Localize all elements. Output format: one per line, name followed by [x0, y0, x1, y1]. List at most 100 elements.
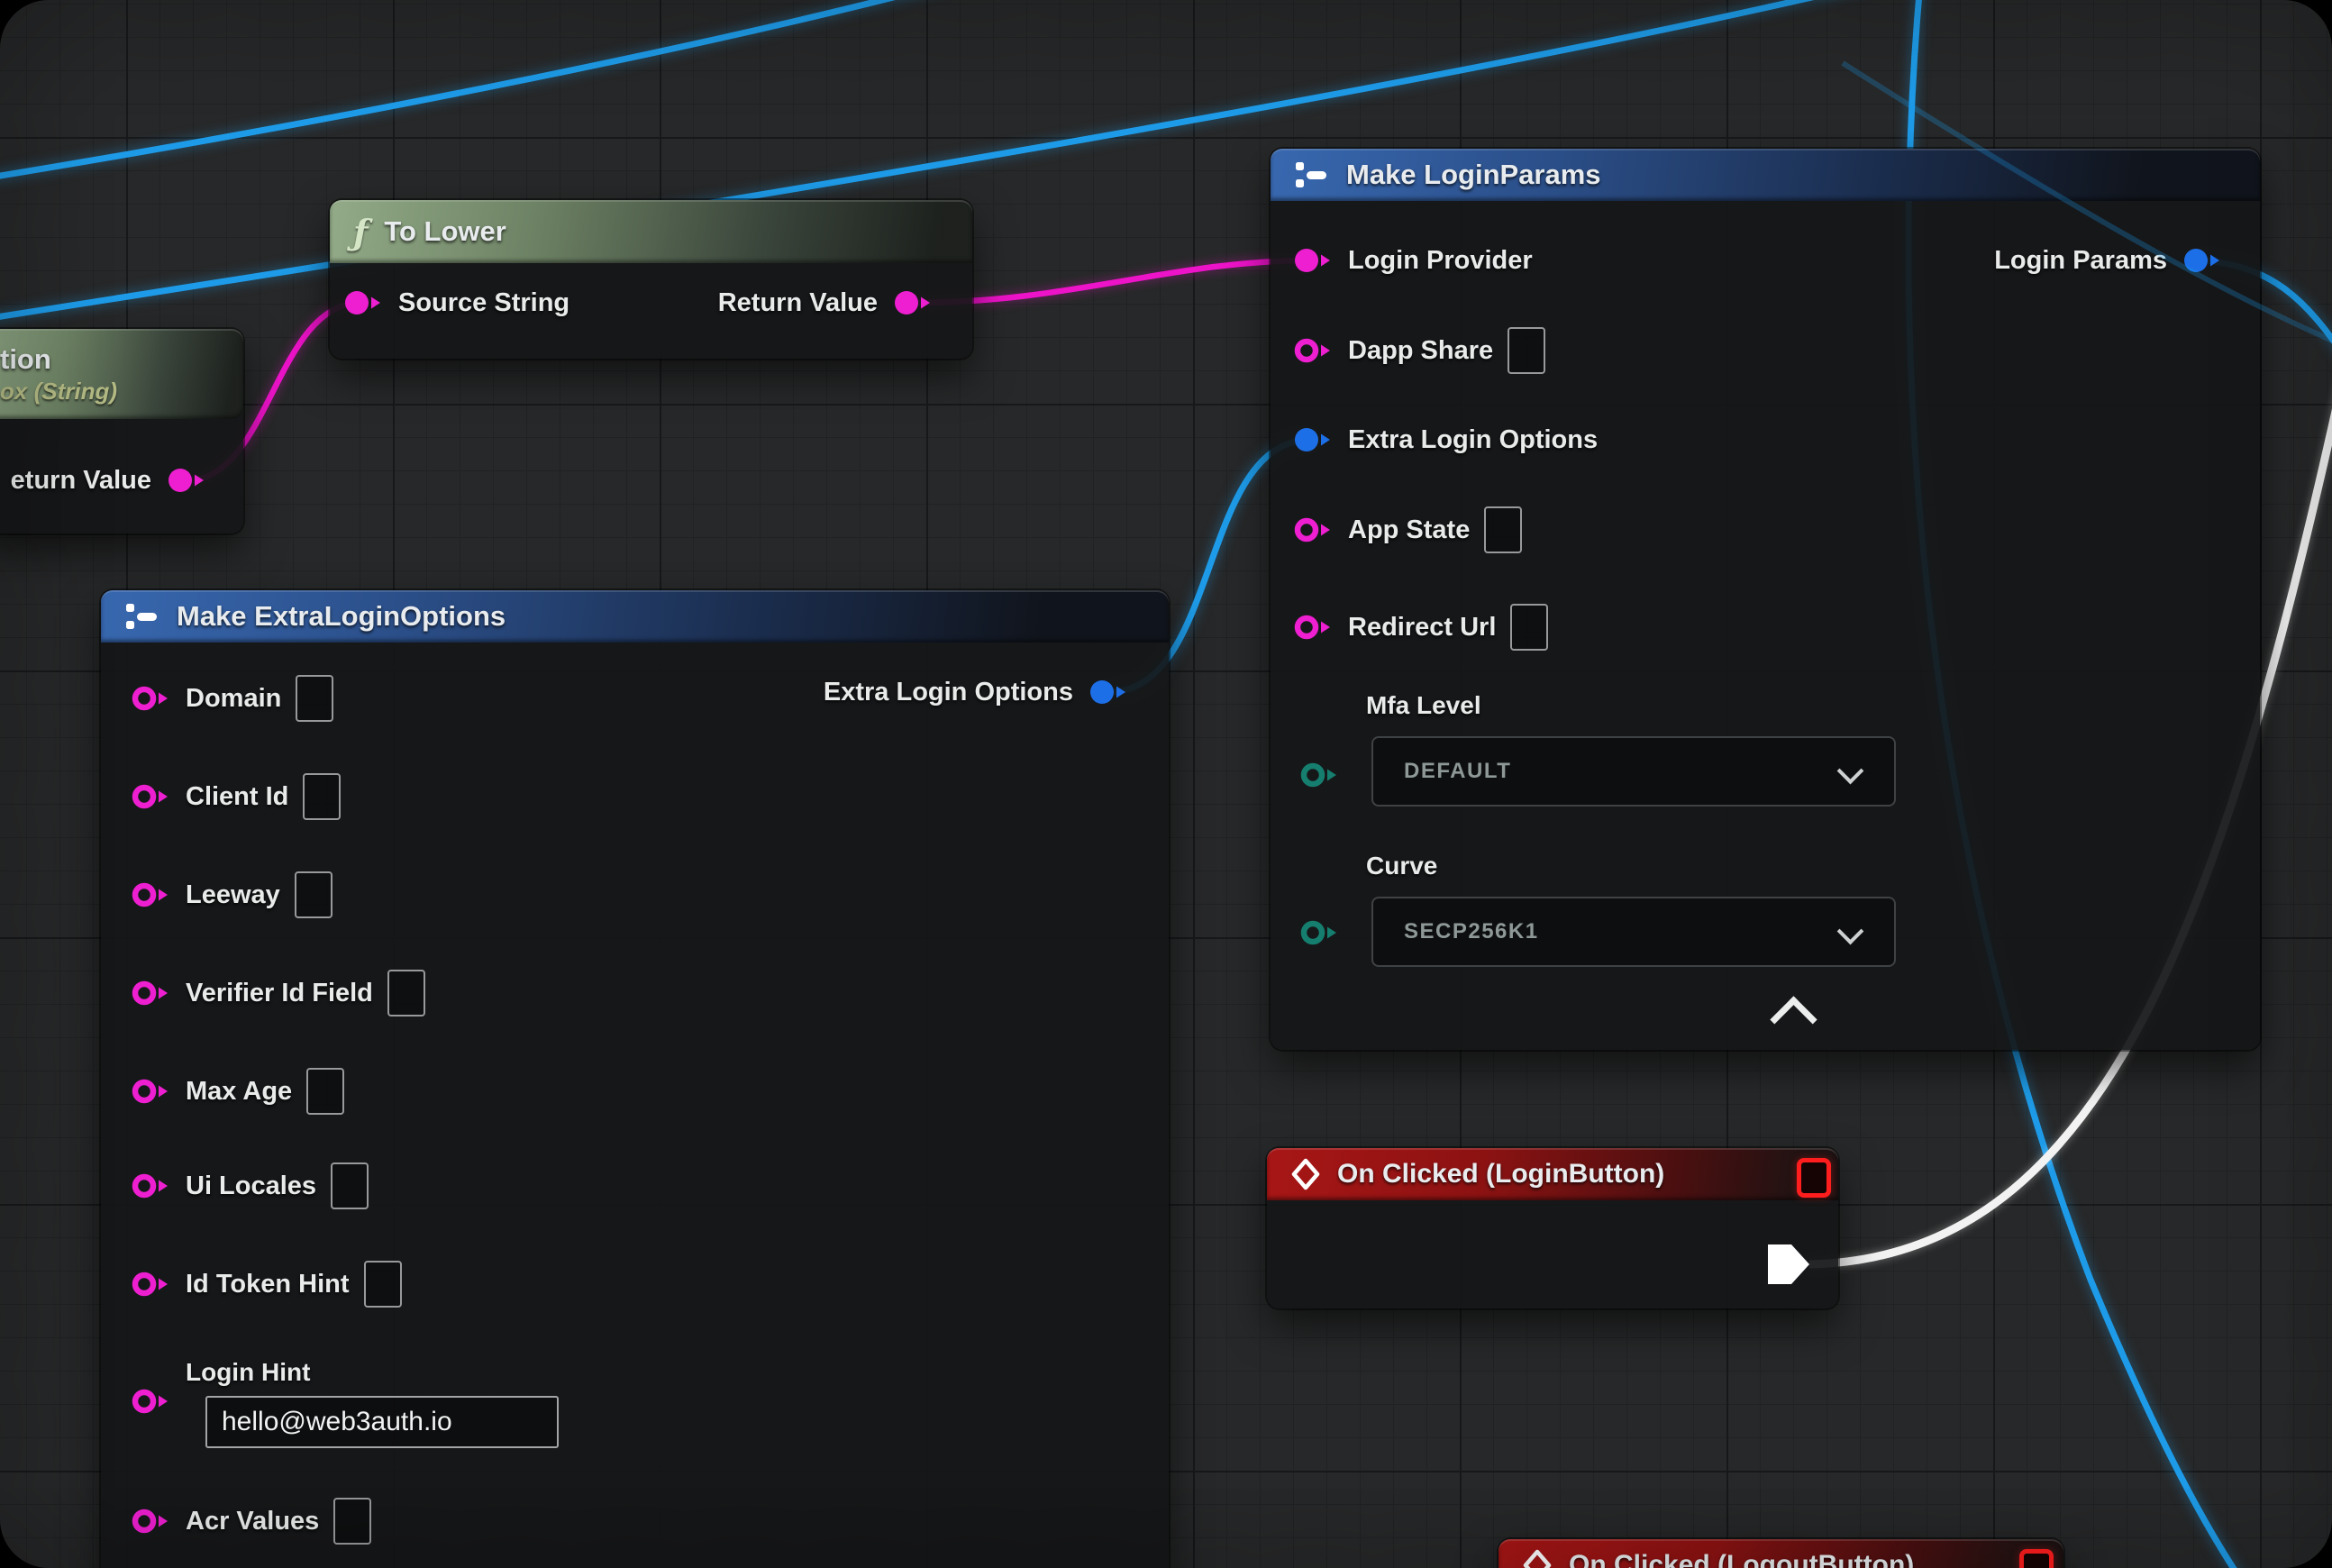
node-subtitle-fragment: ox (String)	[0, 378, 117, 406]
struct-pin-connected-icon[interactable]	[1292, 424, 1334, 456]
login-hint-input[interactable]: hello@web3auth.io	[205, 1396, 559, 1448]
pin-label-redirect-url: Redirect Url	[1348, 613, 1496, 643]
node-title-fragment: tion	[0, 343, 51, 376]
id-token-hint-input[interactable]	[364, 1261, 402, 1308]
acr-values-input[interactable]	[333, 1498, 371, 1545]
wire-cyan-top-left	[0, 0, 987, 180]
curve-dropdown[interactable]: SECP256K1	[1371, 897, 1896, 967]
string-pin-icon[interactable]	[1292, 514, 1334, 546]
string-pin-connected-icon[interactable]	[1292, 244, 1334, 277]
string-pin-connected-icon[interactable]	[342, 287, 384, 319]
login-params-out-label: Login Params	[1994, 246, 2167, 276]
event-diamond-icon	[1522, 1548, 1553, 1568]
string-pin-icon[interactable]	[130, 977, 171, 1009]
bound-event-badge-icon[interactable]	[2019, 1549, 2054, 1568]
redirect-url-input[interactable]	[1510, 604, 1548, 651]
chevron-down-icon	[1837, 918, 1864, 945]
exec-pin-icon[interactable]	[1764, 1241, 1815, 1288]
node-on-clicked-login-button-title: On Clicked (LoginButton)	[1337, 1159, 1664, 1190]
node-make-extra-login-options-header[interactable]: Make ExtraLoginOptions	[101, 590, 1169, 643]
pin-label-app-state: App State	[1348, 515, 1470, 545]
string-pin-icon[interactable]	[130, 1170, 171, 1202]
domain-input[interactable]	[296, 675, 333, 722]
bound-event-badge-icon[interactable]	[1797, 1158, 1831, 1198]
pin-label-leeway: Leeway	[186, 880, 280, 910]
pin-label-client-id: Client Id	[186, 782, 288, 812]
extra-login-options-out-label: Extra Login Options	[824, 678, 1073, 707]
enum-pin-icon[interactable]	[1298, 916, 1340, 949]
struct-pin-connected-icon[interactable]	[2182, 244, 2223, 277]
node-text-box-partial[interactable]: tion ox (String) eturn Value	[0, 329, 243, 533]
curve-value: SECP256K1	[1373, 919, 1539, 944]
pin-label-dapp-share: Dapp Share	[1348, 336, 1493, 366]
enum-pin-icon[interactable]	[1298, 759, 1340, 791]
node-make-extra-login-options[interactable]: Make ExtraLoginOptions Extra Login Optio…	[101, 590, 1169, 1568]
source-string-row: Source String	[342, 278, 569, 328]
string-pin-icon[interactable]	[130, 879, 171, 911]
node-make-login-params[interactable]: Make LoginParams Login Params Login Prov…	[1271, 149, 2260, 1050]
node-make-login-params-title: Make LoginParams	[1346, 159, 1601, 191]
verifier-id-field-input[interactable]	[387, 970, 425, 1016]
string-pin-connected-icon[interactable]	[166, 464, 207, 497]
leeway-input[interactable]	[295, 871, 332, 918]
pin-row-client-id: Client Id	[130, 771, 341, 822]
node-on-clicked-logout-button[interactable]: On Clicked (LogoutButton)	[1498, 1539, 2063, 1568]
login-params-out-row: Login Params	[1811, 235, 2223, 286]
pin-row-login-provider: Login Provider	[1292, 235, 1533, 286]
mfa-level-dropdown[interactable]: DEFAULT	[1371, 736, 1896, 807]
client-id-input[interactable]	[303, 773, 341, 820]
string-pin-connected-icon[interactable]	[892, 287, 934, 319]
dapp-share-input[interactable]	[1508, 327, 1545, 374]
node-to-lower-title: To Lower	[384, 215, 506, 248]
string-pin-icon[interactable]	[130, 1075, 171, 1108]
pin-label-login-provider: Login Provider	[1348, 246, 1533, 276]
node-to-lower[interactable]: ƒ To Lower Source String Return Value	[330, 200, 972, 359]
source-string-label: Source String	[398, 288, 569, 318]
to-lower-return-label: Return Value	[718, 288, 878, 318]
wire-to-lower-to-login-provider	[913, 260, 1311, 303]
pin-label-acr-values: Acr Values	[186, 1507, 319, 1536]
function-icon: ƒ	[353, 212, 368, 252]
chevron-up-icon[interactable]	[1770, 996, 1817, 1043]
node-make-login-params-header[interactable]: Make LoginParams	[1271, 149, 2260, 201]
pin-row-max-age: Max Age	[130, 1066, 344, 1117]
make-struct-icon	[1294, 160, 1330, 189]
pin-label-extra-login-options-in: Extra Login Options	[1348, 425, 1598, 455]
pin-row-domain: Domain	[130, 673, 333, 724]
event-diamond-icon	[1290, 1157, 1321, 1191]
blueprint-graph-canvas[interactable]: tion ox (String) eturn Value ƒ To Lower …	[0, 0, 2332, 1568]
pin-label-domain: Domain	[186, 684, 281, 714]
pin-row-leeway: Leeway	[130, 870, 332, 920]
pin-label-curve: Curve	[1366, 852, 1437, 880]
pin-row-extra-login-options-in: Extra Login Options	[1292, 415, 1598, 465]
node-on-clicked-logout-button-title: On Clicked (LogoutButton)	[1569, 1550, 1914, 1568]
login-hint-value: hello@web3auth.io	[222, 1407, 452, 1437]
ui-locales-input[interactable]	[331, 1162, 369, 1209]
string-pin-icon[interactable]	[130, 1505, 171, 1537]
return-value-out-row: eturn Value	[0, 455, 207, 506]
pin-row-ui-locales: Ui Locales	[130, 1161, 369, 1211]
string-pin-icon[interactable]	[1292, 334, 1334, 367]
string-pin-icon[interactable]	[130, 780, 171, 813]
app-state-input[interactable]	[1484, 506, 1522, 553]
node-on-clicked-logout-button-header[interactable]: On Clicked (LogoutButton)	[1498, 1539, 2063, 1568]
string-pin-icon[interactable]	[130, 1385, 171, 1418]
node-to-lower-header[interactable]: ƒ To Lower	[330, 200, 972, 263]
string-pin-icon[interactable]	[130, 682, 171, 715]
pin-label-mfa-level: Mfa Level	[1366, 691, 1481, 720]
pin-label-ui-locales: Ui Locales	[186, 1171, 316, 1201]
pin-label-id-token-hint: Id Token Hint	[186, 1270, 350, 1299]
struct-pin-connected-icon[interactable]	[1088, 676, 1129, 708]
node-text-box-partial-header[interactable]: tion ox (String)	[0, 329, 243, 419]
string-pin-icon[interactable]	[1292, 611, 1334, 643]
pin-row-redirect-url: Redirect Url	[1292, 602, 1548, 652]
pin-row-app-state: App State	[1292, 505, 1522, 555]
pin-label-max-age: Max Age	[186, 1077, 292, 1107]
node-on-clicked-login-button-header[interactable]: On Clicked (LoginButton)	[1267, 1148, 1838, 1200]
pin-row-acr-values: Acr Values	[130, 1496, 371, 1546]
max-age-input[interactable]	[306, 1068, 344, 1115]
make-struct-icon	[124, 602, 160, 631]
node-on-clicked-login-button[interactable]: On Clicked (LoginButton)	[1267, 1148, 1838, 1308]
string-pin-icon[interactable]	[130, 1268, 171, 1300]
pin-row-id-token-hint: Id Token Hint	[130, 1259, 402, 1309]
